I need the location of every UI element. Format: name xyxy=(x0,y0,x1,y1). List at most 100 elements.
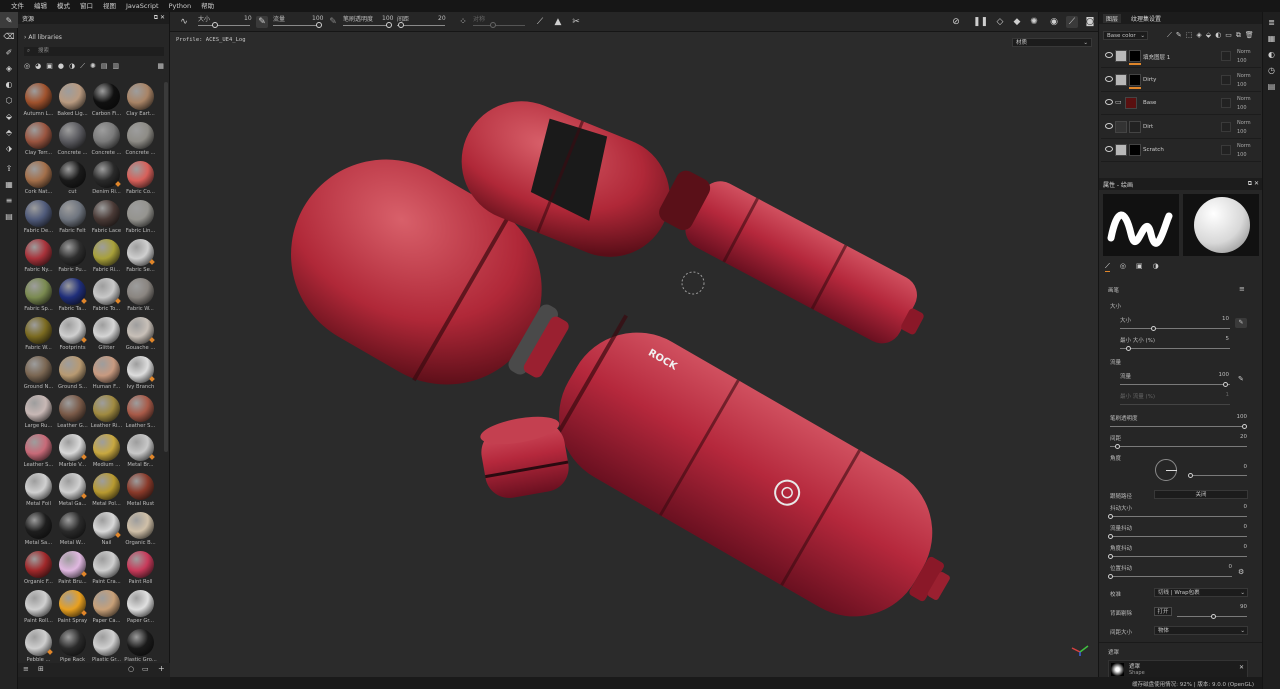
min-size-knob[interactable] xyxy=(1126,346,1131,351)
alignment-dropdown[interactable]: 切线 | Wrap包裹 ⌄ xyxy=(1154,588,1248,597)
filter-particle-icon[interactable]: ✺ xyxy=(90,62,96,72)
smart-material-icon[interactable]: ◐ xyxy=(1215,31,1221,41)
toolbar-flow-slider[interactable] xyxy=(273,25,321,26)
close-icon[interactable]: ⧉ ✕ xyxy=(154,14,165,22)
scatter-icon[interactable]: ⁘ xyxy=(457,16,469,28)
layer-mask-slot[interactable] xyxy=(1221,121,1231,132)
material-item[interactable]: Plastic Gro... xyxy=(124,628,157,667)
filter-material-icon[interactable]: ◕ xyxy=(35,62,41,72)
material-item[interactable]: cut xyxy=(56,160,89,199)
material-item[interactable]: Fabric W... xyxy=(22,316,55,355)
material-item[interactable]: Concrete ... xyxy=(56,121,89,160)
eye-icon[interactable] xyxy=(1105,122,1113,129)
material-item[interactable]: Metal W... xyxy=(56,511,89,550)
duplicate-icon[interactable]: ⧉ xyxy=(1236,31,1241,41)
material-item[interactable]: Metal Sa... xyxy=(22,511,55,550)
eye-icon[interactable] xyxy=(1105,99,1113,105)
menu-window[interactable]: 窗口 xyxy=(75,0,98,12)
add-effect-icon[interactable]: ⟋ xyxy=(1167,31,1172,41)
material-item[interactable]: Metal Pol... xyxy=(90,472,123,511)
material-item[interactable]: Pebble ... xyxy=(22,628,55,667)
trash-icon[interactable]: 🗑 xyxy=(1245,31,1254,41)
filter-all-icon[interactable]: ◎ xyxy=(24,62,30,72)
tab-texture-set[interactable]: 纹理集设置 xyxy=(1131,14,1161,23)
cut-icon[interactable]: ✂ xyxy=(570,16,582,28)
asset-scrollbar[interactable] xyxy=(164,82,168,452)
filter-mask-icon[interactable]: ◑ xyxy=(69,62,75,72)
pos-jitter-slider[interactable] xyxy=(1110,576,1232,577)
material-item[interactable]: Leather G... xyxy=(56,394,89,433)
add-fill-layer-icon[interactable]: ⬚ xyxy=(1186,31,1193,41)
material-item[interactable]: Metal Rust xyxy=(124,472,157,511)
channel-select[interactable]: Base color ⌄ xyxy=(1103,31,1148,40)
export-icon[interactable]: ⇪ xyxy=(0,160,18,176)
material-item[interactable]: Ground S... xyxy=(56,355,89,394)
toolbar-stroke-opacity-knob[interactable] xyxy=(386,22,392,28)
size-jitter-slider[interactable] xyxy=(1110,516,1247,517)
material-item[interactable]: Glitter xyxy=(90,316,123,355)
material-tab-icon[interactable]: ◎ xyxy=(1120,262,1126,272)
alpha-slot[interactable]: 遮罩 Shape ✕ xyxy=(1108,660,1248,678)
material-item[interactable]: Baked Lig... xyxy=(56,82,89,121)
material-item[interactable]: Fabric Pu... xyxy=(56,238,89,277)
folder-add-icon[interactable]: ▭ xyxy=(1225,31,1232,41)
pause-icon[interactable]: ❚❚ xyxy=(973,16,988,28)
size-slider[interactable] xyxy=(1120,328,1230,329)
stencil-tab-icon[interactable]: ▣ xyxy=(1136,262,1143,272)
material-item[interactable]: Paint Roll... xyxy=(22,589,55,628)
close-icon[interactable]: ⧉ ✕ xyxy=(1248,180,1259,188)
menu-help[interactable]: 帮助 xyxy=(196,0,219,12)
filter-alpha-icon[interactable]: ▥ xyxy=(112,62,119,72)
size-pressure-icon[interactable]: ✎ xyxy=(1235,318,1247,328)
eye-icon[interactable] xyxy=(1105,75,1113,82)
toolbar-spacing-knob[interactable] xyxy=(398,22,404,28)
stamp-icon[interactable]: ⬘ xyxy=(0,124,18,140)
material-item[interactable]: Paper Gr... xyxy=(124,589,157,628)
material-item[interactable]: Medium ... xyxy=(90,433,123,472)
angle-knob[interactable] xyxy=(1188,473,1193,478)
log-icon[interactable]: ▤ xyxy=(1263,78,1280,94)
brush-mode-icon[interactable]: ⟋ xyxy=(1066,16,1078,28)
material-item[interactable]: Cork Nat... xyxy=(22,160,55,199)
menu-icon[interactable]: ≡ xyxy=(1239,285,1245,293)
menu-view[interactable]: 视图 xyxy=(98,0,121,12)
backface-knob[interactable] xyxy=(1211,614,1216,619)
toolbar-symmetry-knob[interactable] xyxy=(490,22,496,28)
layer-blend[interactable]: Norm 100 xyxy=(1237,48,1251,66)
angle-slider[interactable] xyxy=(1189,475,1247,476)
menu-python[interactable]: Python xyxy=(164,0,197,12)
texture-icon[interactable]: ▦ xyxy=(0,176,18,192)
list-icon[interactable]: ≡ xyxy=(23,665,29,673)
filter-texture-icon[interactable]: ▣ xyxy=(46,62,53,72)
picker-icon[interactable]: ⬙ xyxy=(0,108,18,124)
material-item[interactable]: Ground N... xyxy=(22,355,55,394)
flow-pressure-icon[interactable]: ✎ xyxy=(327,16,339,28)
material-item[interactable]: Gouache ... xyxy=(124,316,157,355)
material-item[interactable]: Ivy Branch xyxy=(124,355,157,394)
layer-row[interactable]: 填充图层 1 Norm 100 xyxy=(1101,46,1261,68)
flow-knob[interactable] xyxy=(1223,382,1228,387)
material-item[interactable]: Leather S... xyxy=(124,394,157,433)
no-camera-icon[interactable]: ⊘ xyxy=(950,16,962,28)
camera-view-icon[interactable]: ◇ xyxy=(994,16,1006,28)
toolbar-stroke-opacity-slider[interactable] xyxy=(343,25,391,26)
layer-mask-slot[interactable] xyxy=(1221,145,1231,155)
material-item[interactable]: Fabric Ny... xyxy=(22,238,55,277)
eye-icon[interactable] xyxy=(1105,146,1113,152)
min-size-slider[interactable] xyxy=(1120,348,1230,349)
material-item[interactable]: Fabric Ri... xyxy=(90,238,123,277)
material-item[interactable]: Paint Roll xyxy=(124,550,157,589)
spacing-knob[interactable] xyxy=(1115,444,1120,449)
toolbar-size-slider[interactable] xyxy=(198,25,250,26)
texture-set-dock-icon[interactable]: ▦ xyxy=(1263,30,1280,46)
material-item[interactable]: Paper Ca... xyxy=(90,589,123,628)
material-item[interactable]: Large Ru... xyxy=(22,394,55,433)
filter-env-icon[interactable]: ▤ xyxy=(101,62,108,72)
layer-row[interactable]: Dirt Norm 100 xyxy=(1101,117,1261,139)
remove-alpha-icon[interactable]: ✕ xyxy=(1239,664,1244,671)
menu-javascript[interactable]: JavaScript xyxy=(121,0,164,12)
material-item[interactable]: Clay Eart... xyxy=(124,82,157,121)
asset-search-input[interactable]: ⌕ 搜索 xyxy=(24,47,164,56)
material-item[interactable]: Paint Cra... xyxy=(90,550,123,589)
material-item[interactable]: Fabric De... xyxy=(22,199,55,238)
